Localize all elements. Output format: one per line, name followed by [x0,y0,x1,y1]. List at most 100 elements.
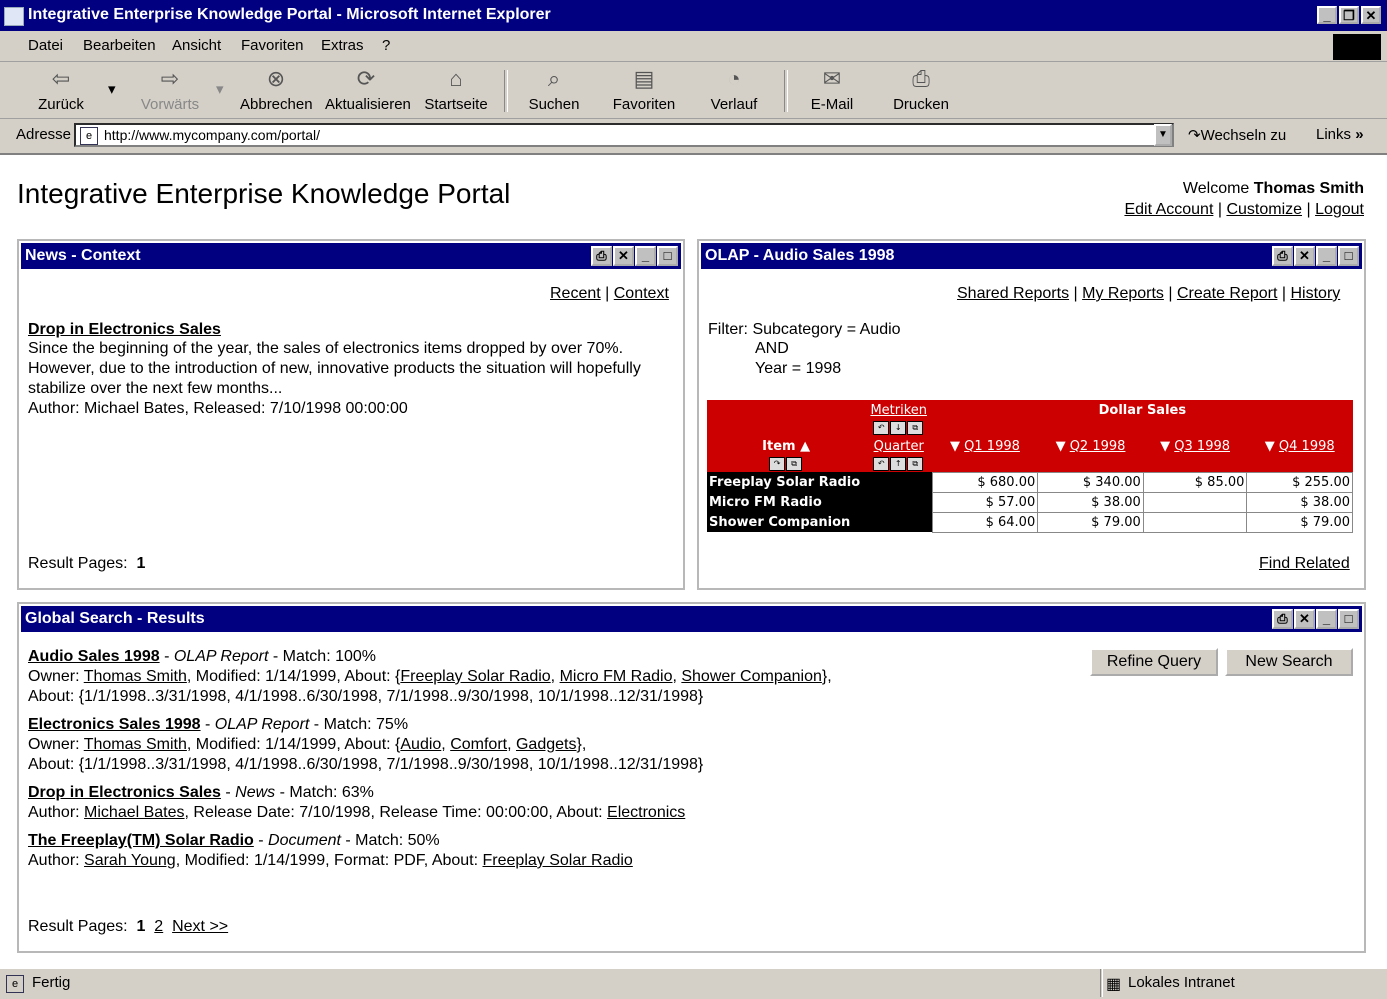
menu-ansicht[interactable]: Ansicht [172,37,221,54]
close-icon[interactable]: ✕ [1361,6,1381,24]
menu-bar: Datei Bearbeiten Ansicht Favoriten Extra… [0,31,1387,62]
refine-query-button[interactable]: Refine Query [1090,648,1218,676]
minimize-icon[interactable]: _ [635,246,656,266]
maximize-icon[interactable]: □ [1338,246,1359,266]
edit-account-link[interactable]: Edit Account [1124,201,1213,218]
page-link[interactable]: 2 [154,918,163,935]
quarter-dimension-link[interactable]: Quarter [865,436,932,456]
back-dropdown-icon[interactable]: ▾ [108,80,116,98]
table-cell: $ 64.00 [931,511,1039,533]
links-button[interactable]: Links » [1316,126,1364,143]
result-title-link[interactable]: Electronics Sales 1998 [28,716,201,733]
drilldown-icon: ▼ [1264,438,1275,454]
history-link[interactable]: History [1291,285,1341,302]
expand-icon[interactable]: ⧉ [907,421,924,435]
about-link[interactable]: Comfort [450,736,507,753]
close-icon[interactable]: ✕ [613,246,634,266]
sort-up-icon[interactable]: ↑ [890,457,907,471]
go-button[interactable]: ↷Wechseln zu [1188,126,1286,144]
maximize-icon[interactable]: □ [1338,609,1359,629]
filter-line: Filter: Subcategory = Audio [708,321,901,338]
expand-icon[interactable]: ⧉ [786,457,803,471]
history-icon: ◔ [727,66,741,91]
security-zone: Lokales Intranet [1128,974,1235,991]
quarter-header[interactable]: ▼ Q4 1998 [1247,436,1353,456]
metriken-label[interactable]: Metriken [865,400,932,420]
result-title-link[interactable]: Audio Sales 1998 [28,648,160,665]
minimize-icon[interactable]: _ [1317,6,1337,24]
quarter-header[interactable]: ▼ Q1 1998 [932,436,1038,456]
minimize-icon[interactable]: _ [1316,246,1337,266]
about-link[interactable]: Electronics [607,804,685,821]
item-dimension[interactable]: Item ▲ [707,436,865,456]
expand-icon[interactable]: ⧉ [907,457,924,471]
print-icon[interactable]: ⎙ [1272,609,1293,629]
menu-extras[interactable]: Extras [321,37,364,54]
about-link[interactable]: Gadgets [516,736,576,753]
news-headline-link[interactable]: Drop in Electronics Sales [28,320,221,340]
printer-icon: ⎙ [912,66,930,91]
quarter-header[interactable]: ▼ Q2 1998 [1038,436,1144,456]
home-button[interactable]: ⌂ Startseite [424,66,488,113]
create-report-link[interactable]: Create Report [1177,285,1278,302]
print-button[interactable]: ⎙ Drucken [890,66,952,113]
result-title-link[interactable]: The Freeplay(TM) Solar Radio [28,832,254,849]
shared-reports-link[interactable]: Shared Reports [957,285,1069,302]
result-title-link[interactable]: Drop in Electronics Sales [28,784,221,801]
table-row: Micro FM Radio $ 57.00 $ 38.00 $ 38.00 [707,491,1353,513]
owner-link[interactable]: Thomas Smith [84,668,187,685]
result-meta-line: Author: Sarah Young, Modified: 1/14/1999… [28,852,633,869]
page-status-icon: e [6,975,24,993]
portlet-title: OLAP - Audio Sales 1998 [705,247,895,264]
find-related-link[interactable]: Find Related [1259,554,1350,574]
about-link[interactable]: Shower Companion [681,668,822,685]
address-input[interactable]: e http://www.mycompany.com/portal/ [74,123,1174,147]
search-result-pages: Result Pages: 1 2 Next >> [28,918,229,935]
portlet-header: Global Search - Results ⎙ ✕ _ □ [21,606,1362,632]
favorites-button[interactable]: ▤ Favoriten [610,66,678,113]
forward-dropdown-icon[interactable]: ▾ [216,80,224,98]
about-link[interactable]: Freeplay Solar Radio [400,668,550,685]
close-icon[interactable]: ✕ [1294,246,1315,266]
owner-link[interactable]: Thomas Smith [84,736,187,753]
swap-icon[interactable]: ↷ [769,457,786,471]
menu-favoriten[interactable]: Favoriten [241,37,304,54]
recent-link[interactable]: Recent [550,285,601,302]
history-button[interactable]: ◔ Verlauf [706,66,762,113]
result-type: Document [268,832,341,849]
next-page-link[interactable]: Next >> [172,918,228,935]
new-search-button[interactable]: New Search [1225,648,1353,676]
my-reports-link[interactable]: My Reports [1082,285,1164,302]
menu-bearbeiten[interactable]: Bearbeiten [83,37,156,54]
owner-link[interactable]: Michael Bates [84,804,185,821]
restore-icon[interactable]: ❐ [1339,6,1359,24]
address-bar: Adresse e http://www.mycompany.com/porta… [0,119,1387,155]
owner-link[interactable]: Sarah Young [84,852,176,869]
mail-button[interactable]: ✉ E-Mail [806,66,858,113]
swap-icon[interactable]: ↶ [873,421,890,435]
address-dropdown-icon[interactable]: ▼ [1154,124,1172,146]
about-link[interactable]: Freeplay Solar Radio [483,852,633,869]
stop-button[interactable]: ⊗ Abbrechen [240,66,313,113]
customize-link[interactable]: Customize [1226,201,1302,218]
back-button[interactable]: ⇦ Zurück [30,66,92,113]
print-icon[interactable]: ⎙ [591,246,612,266]
minimize-icon[interactable]: _ [1316,609,1337,629]
result-type: OLAP Report [214,716,310,733]
about-link[interactable]: Micro FM Radio [560,668,673,685]
sort-down-icon[interactable]: ↓ [890,421,907,435]
refresh-button[interactable]: ⟳ Aktualisieren [325,66,411,113]
menu-help[interactable]: ? [382,37,390,54]
context-link[interactable]: Context [614,285,669,302]
maximize-icon[interactable]: □ [657,246,678,266]
forward-button[interactable]: ⇨ Vorwärts [138,66,202,113]
current-page: 1 [136,918,146,935]
about-link[interactable]: Audio [400,736,441,753]
swap-icon[interactable]: ↶ [873,457,890,471]
close-icon[interactable]: ✕ [1294,609,1315,629]
logout-link[interactable]: Logout [1315,201,1364,218]
search-button[interactable]: ⌕ Suchen [524,66,584,113]
quarter-header[interactable]: ▼ Q3 1998 [1143,436,1247,456]
print-icon[interactable]: ⎙ [1272,246,1293,266]
menu-datei[interactable]: Datei [28,37,63,54]
